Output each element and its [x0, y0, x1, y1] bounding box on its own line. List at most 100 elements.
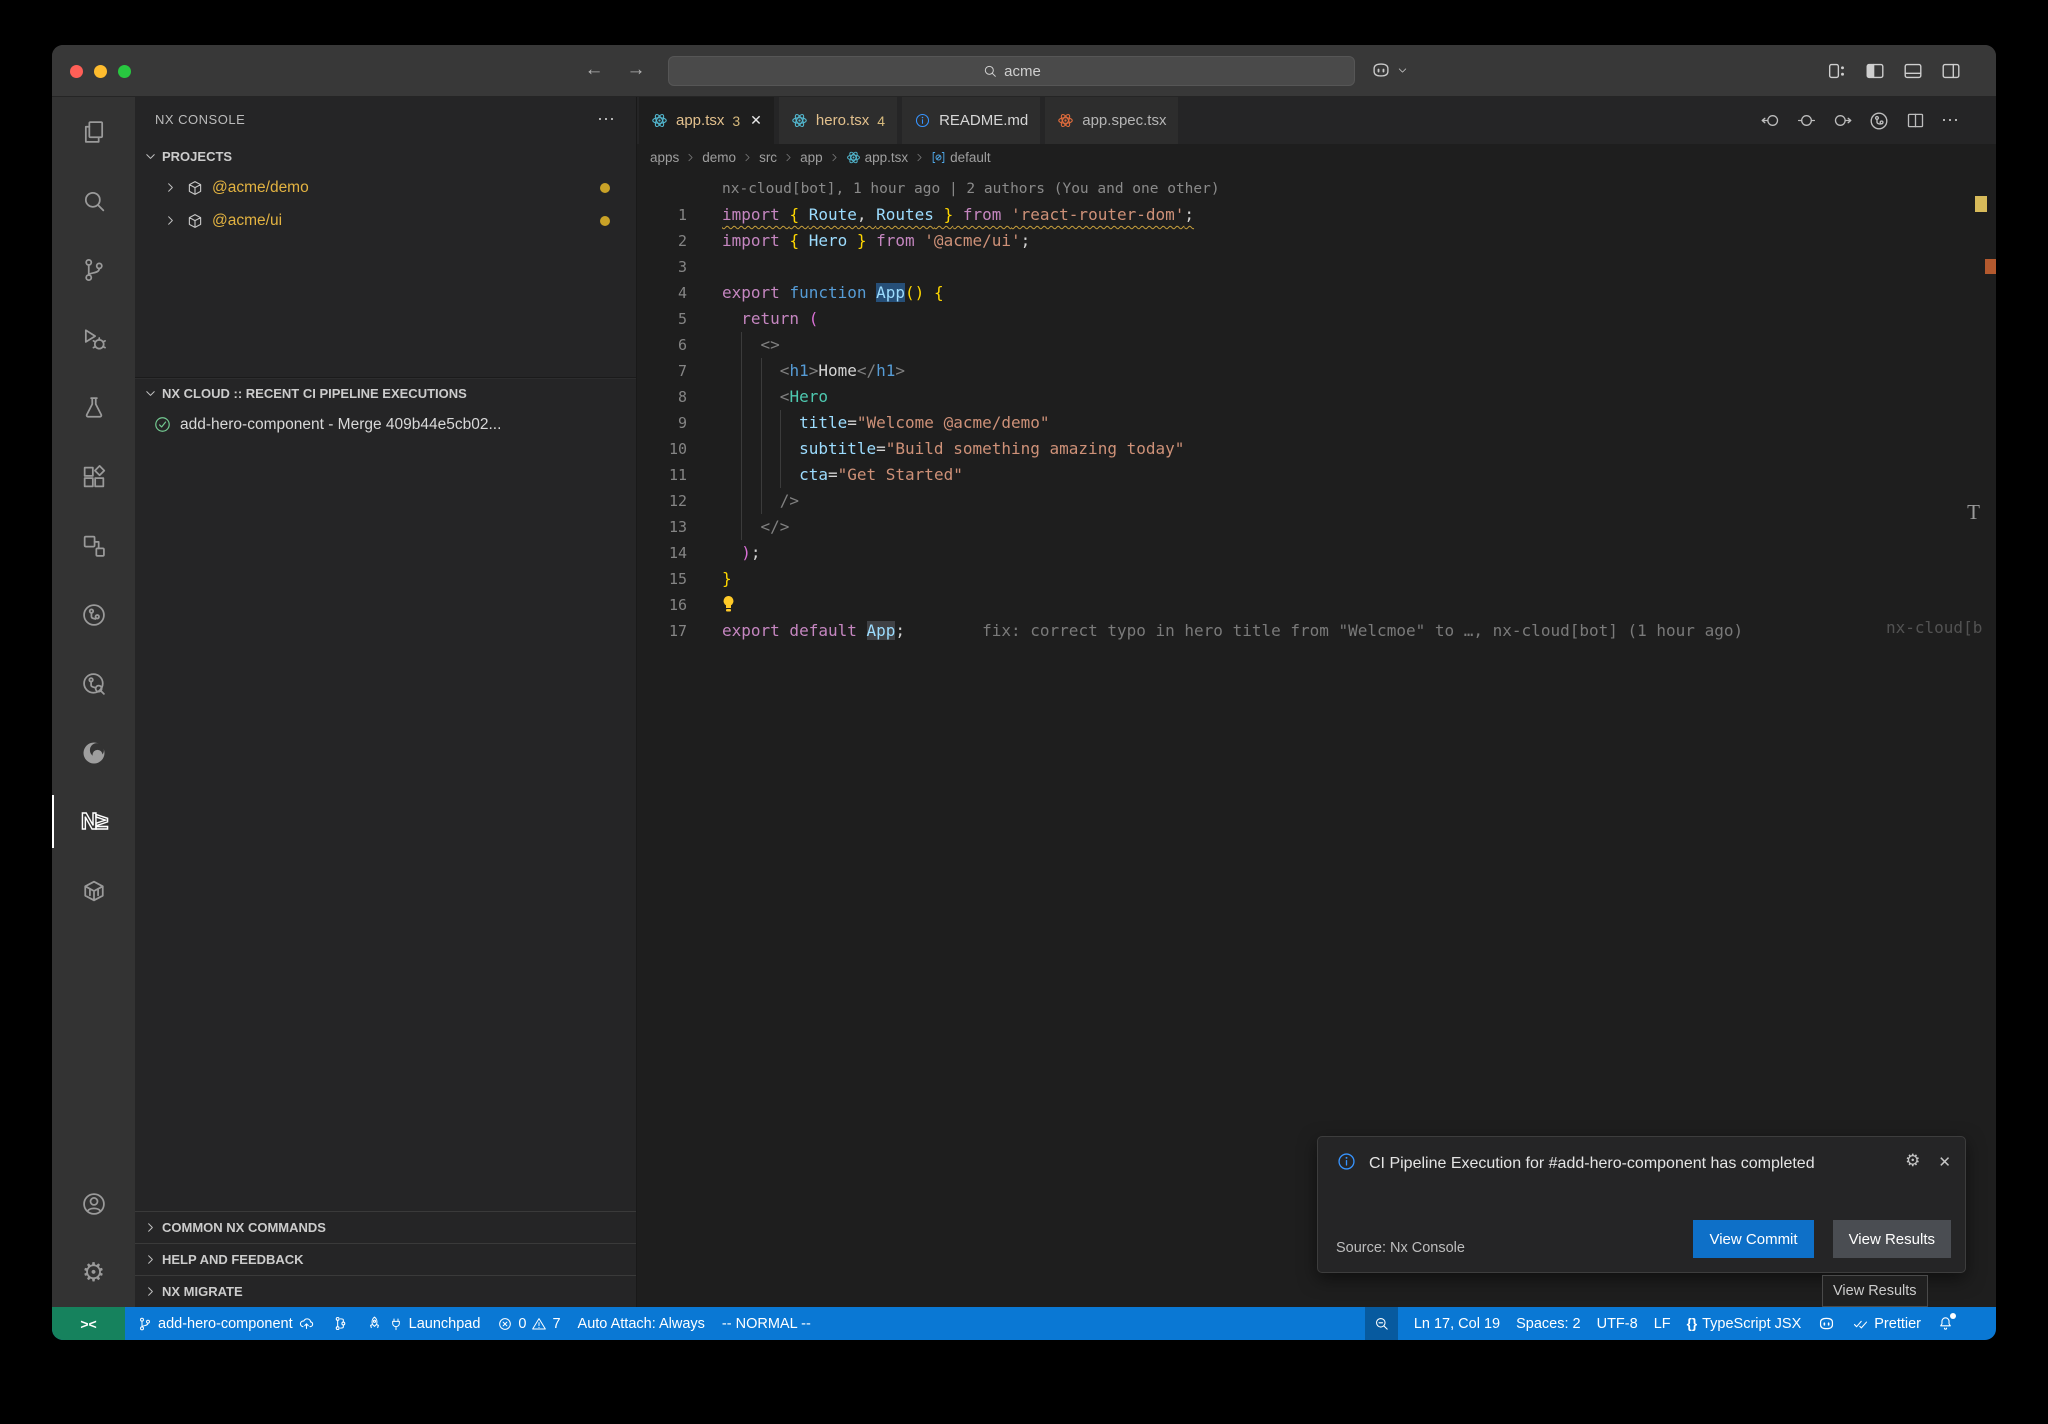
code-line[interactable]: 16	[637, 592, 1996, 618]
breadcrumb-item-symbol[interactable]: default	[931, 150, 991, 165]
indentation-status-item[interactable]: Spaces: 2	[1516, 1316, 1581, 1332]
sidebar-more-actions-button[interactable]: ⋯	[597, 109, 616, 130]
view-commit-button[interactable]: View Commit	[1693, 1220, 1813, 1258]
sidebar-item-extensions[interactable]	[52, 442, 135, 511]
sidebar-item-source-control[interactable]	[52, 235, 135, 304]
minimize-traffic-light[interactable]	[94, 65, 107, 78]
history-forward-button[interactable]: →	[624, 59, 648, 81]
section-nx-migrate[interactable]: NX MIGRATE	[135, 1275, 636, 1307]
tab-app-spec-tsx[interactable]: app.spec.tsx	[1045, 97, 1178, 144]
sidebar-item-search[interactable]	[52, 166, 135, 235]
launchpad-status-item[interactable]: Launchpad	[366, 1315, 481, 1332]
code-line[interactable]: 4export function App() {	[637, 280, 1996, 306]
close-icon[interactable]: ✕	[750, 112, 762, 129]
problems-status-item[interactable]: 0 7	[497, 1316, 560, 1332]
branch-search-circle-icon	[80, 670, 108, 698]
code-line[interactable]: 2import { Hero } from '@acme/ui';	[637, 228, 1996, 254]
account-button[interactable]	[52, 1169, 135, 1238]
customize-layout-button[interactable]	[1826, 60, 1848, 82]
next-change-button[interactable]	[1832, 110, 1853, 131]
sidebar-item-explorer[interactable]	[52, 97, 135, 166]
auto-attach-status-item[interactable]: Auto Attach: Always	[578, 1316, 705, 1332]
tab-readme-md[interactable]: README.md	[902, 97, 1040, 144]
source-control-graph-button[interactable]	[1868, 110, 1890, 132]
search-text: acme	[1004, 63, 1041, 80]
toggle-panel-button[interactable]	[1902, 60, 1924, 82]
projects-section: PROJECTS @acme/demo @acme/ui	[135, 141, 636, 377]
tab-app-tsx[interactable]: app.tsx 3 ✕	[639, 97, 774, 144]
breadcrumb-item[interactable]: demo	[702, 150, 736, 165]
maximize-traffic-light[interactable]	[118, 65, 131, 78]
code-line[interactable]: 6 <>	[637, 332, 1996, 358]
breadcrumb-item[interactable]: apps	[650, 150, 679, 165]
toggle-secondary-sidebar-button[interactable]	[1940, 60, 1962, 82]
section-help-and-feedback[interactable]: HELP AND FEEDBACK	[135, 1243, 636, 1275]
tab-hero-tsx[interactable]: hero.tsx 4	[779, 97, 897, 144]
project-item-acme-ui[interactable]: @acme/ui	[135, 204, 636, 237]
settings-button[interactable]: ⚙	[52, 1238, 135, 1307]
pipeline-status-item[interactable]	[332, 1315, 349, 1332]
sidebar-item-nx-console[interactable]: N≥	[52, 787, 135, 856]
command-center-search[interactable]: acme	[668, 56, 1355, 86]
copilot-status-item[interactable]	[1817, 1314, 1836, 1333]
code-line[interactable]: 11 cta="Get Started"	[637, 462, 1996, 488]
split-editor-button[interactable]	[1905, 110, 1926, 131]
breadcrumb-item[interactable]: src	[759, 150, 777, 165]
notification-close-button[interactable]: ✕	[1938, 1153, 1951, 1171]
section-common-nx-commands[interactable]: COMMON NX COMMANDS	[135, 1211, 636, 1243]
copilot-menu[interactable]	[1370, 59, 1409, 81]
search-icon	[80, 187, 108, 215]
code-line[interactable]: 10 subtitle="Build something amazing tod…	[637, 436, 1996, 462]
line-number: 2	[637, 228, 687, 254]
sidebar-item-git-graph[interactable]	[52, 580, 135, 649]
status-bar: >< add-hero-component Launchpad 0 7 Au	[52, 1307, 1996, 1340]
more-actions-button[interactable]: ⋯	[1941, 110, 1960, 131]
formatter-status-item[interactable]: Prettier	[1852, 1315, 1921, 1332]
history-back-button[interactable]: ←	[582, 59, 606, 81]
cursor-position-status-item[interactable]: Ln 17, Col 19	[1414, 1316, 1500, 1332]
eol-status-item[interactable]: LF	[1654, 1316, 1671, 1332]
projects-section-header[interactable]: PROJECTS	[135, 141, 636, 171]
code-editor[interactable]: nx-cloud[bot], 1 hour ago | 2 authors (Y…	[637, 170, 1996, 644]
sidebar-item-edge-tools[interactable]	[52, 718, 135, 787]
breadcrumb-item-file[interactable]: app.tsx	[846, 150, 909, 165]
sidebar-item-containers[interactable]	[52, 856, 135, 925]
problems-badge: 3	[732, 113, 740, 129]
code-line[interactable]: 12 />	[637, 488, 1996, 514]
code-line[interactable]: 8 <Hero	[637, 384, 1996, 410]
close-traffic-light[interactable]	[70, 65, 83, 78]
code-line[interactable]: 3	[637, 254, 1996, 280]
zoom-status-item[interactable]	[1365, 1307, 1398, 1340]
code-line[interactable]: 17export default App;fix: correct typo i…	[637, 618, 1996, 644]
line-number: 7	[637, 358, 687, 384]
view-results-button[interactable]: View Results	[1833, 1220, 1951, 1258]
breadcrumb-item[interactable]: app	[800, 150, 823, 165]
react-icon	[846, 150, 861, 165]
encoding-status-item[interactable]: UTF-8	[1597, 1316, 1638, 1332]
sidebar-item-run-debug[interactable]	[52, 304, 135, 373]
code-line[interactable]: 13 </>	[637, 514, 1996, 540]
vim-mode-status-item[interactable]: -- NORMAL --	[722, 1316, 811, 1332]
prev-change-button[interactable]	[1760, 110, 1781, 131]
sidebar-item-project-structure[interactable]	[52, 511, 135, 580]
remote-indicator[interactable]: ><	[52, 1307, 125, 1340]
current-change-button[interactable]	[1796, 110, 1817, 131]
branch-status-item[interactable]: add-hero-component	[137, 1315, 315, 1332]
language-status-item[interactable]: {} TypeScript JSX	[1687, 1316, 1802, 1332]
sidebar-item-testing[interactable]	[52, 373, 135, 442]
toggle-primary-sidebar-button[interactable]	[1864, 60, 1886, 82]
code-line[interactable]: 1import { Route, Routes } from 'react-ro…	[637, 202, 1996, 228]
nx-cloud-section-header[interactable]: NX CLOUD :: RECENT CI PIPELINE EXECUTION…	[135, 378, 636, 408]
notifications-bell-button[interactable]	[1937, 1315, 1954, 1332]
code-line[interactable]: 14 );	[637, 540, 1996, 566]
code-line[interactable]: 5 return (	[637, 306, 1996, 332]
code-line[interactable]: 9 title="Welcome @acme/demo"	[637, 410, 1996, 436]
code-line[interactable]: 7 <h1>Home</h1>	[637, 358, 1996, 384]
sidebar-item-git-search[interactable]	[52, 649, 135, 718]
pipeline-execution-item[interactable]: add-hero-component - Merge 409b44e5cb02.…	[135, 408, 636, 441]
project-item-acme-demo[interactable]: @acme/demo	[135, 171, 636, 204]
line-number: 1	[637, 202, 687, 228]
code-line[interactable]: 15}	[637, 566, 1996, 592]
chevron-right-icon	[143, 1252, 158, 1267]
notification-settings-button[interactable]: ⚙	[1905, 1153, 1920, 1170]
